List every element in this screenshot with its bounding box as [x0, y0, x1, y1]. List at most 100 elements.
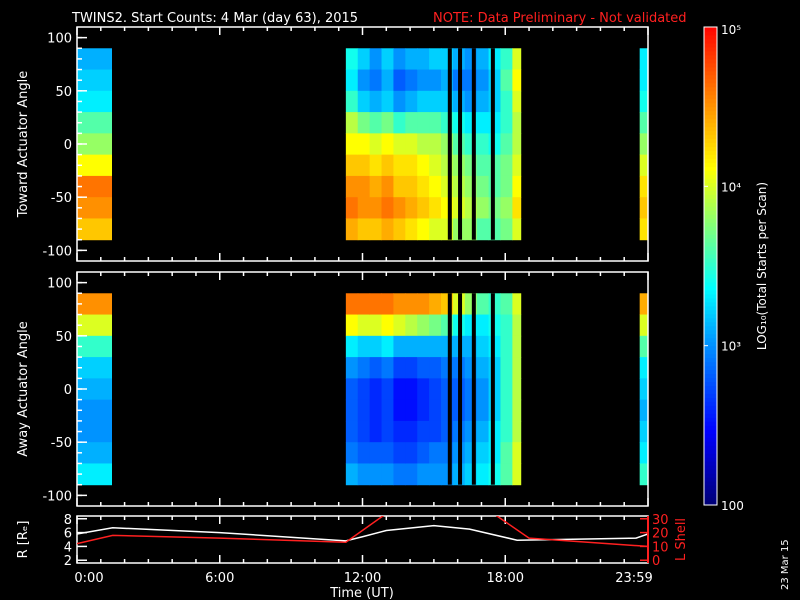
colorbar-segment	[704, 285, 717, 291]
y-tick-label: -50	[51, 436, 72, 451]
heatmap-cell	[417, 442, 430, 464]
heatmap-cell	[639, 175, 649, 198]
heatmap-cell	[417, 218, 430, 241]
heatmap-cell	[429, 399, 442, 422]
colorbar-segment	[704, 94, 717, 100]
heatmap-cell	[417, 378, 430, 401]
colorbar-segment	[704, 365, 717, 371]
heatmap-cell	[381, 357, 394, 379]
colorbar-segment	[704, 50, 717, 56]
colorbar-segment	[704, 357, 717, 363]
heatmap-cell	[500, 399, 513, 422]
heatmap-cell	[381, 218, 394, 241]
heatmap-cell	[512, 293, 522, 316]
heatmap-cell	[429, 133, 442, 156]
colorbar-segment	[704, 293, 717, 299]
heatmap-cell	[429, 293, 442, 316]
colorbar-segment	[704, 385, 717, 390]
heatmap-cell	[405, 69, 418, 92]
colorbar-segment	[704, 437, 717, 442]
y-axis-label: Toward Actuator Angle	[16, 71, 31, 218]
heatmap-cell	[345, 197, 359, 219]
heatmap-cell	[381, 154, 394, 177]
colorbar-segment	[704, 305, 717, 311]
colorbar-segment	[704, 158, 717, 163]
heatmap-cell	[357, 293, 371, 316]
y-tick-label: 8	[64, 513, 72, 528]
heatmap-cell	[476, 133, 490, 156]
heatmap-cell	[417, 112, 430, 134]
colorbar-segment	[704, 417, 717, 422]
heatmap-cell	[429, 48, 442, 71]
heatmap-cell	[345, 463, 359, 486]
heatmap-cell	[369, 112, 383, 134]
colorbar-segment	[704, 397, 717, 402]
heatmap-cell	[429, 218, 442, 241]
colorbar-segment	[704, 465, 717, 470]
colorbar-segment	[704, 373, 717, 379]
colorbar-segment	[704, 429, 717, 434]
colorbar-segment	[704, 317, 717, 323]
colorbar-segment	[704, 178, 717, 183]
colorbar-segment	[704, 146, 717, 151]
colorbar-segment	[704, 214, 717, 219]
heatmap-cell	[381, 463, 394, 486]
heatmap-cell	[476, 197, 490, 219]
colorbar-segment	[704, 246, 717, 251]
y2-tick-label: 20	[652, 527, 669, 542]
heatmap-cell	[476, 399, 490, 422]
heatmap-cell	[405, 90, 418, 113]
heatmap-cell	[476, 293, 490, 316]
y2-tick-label: 30	[652, 513, 669, 528]
heatmap-cell	[429, 442, 442, 464]
colorbar-segment	[704, 269, 717, 275]
colorbar-segment	[704, 70, 717, 76]
heatmap-cell	[476, 442, 490, 464]
heatmap-cell	[512, 378, 522, 401]
heatmap-cell	[500, 90, 513, 113]
heatmap-cell	[417, 154, 430, 177]
colorbar-segment	[704, 409, 717, 414]
heatmap-cell	[417, 293, 430, 316]
heatmap-cell	[417, 133, 430, 156]
y-axis-label: Away Actuator Angle	[16, 321, 31, 456]
heatmap-cell	[381, 420, 394, 443]
colorbar: 10⁵ 10⁴ 10³ 100 LOG₁₀(Total Starts per Scan)	[703, 23, 769, 513]
colorbar-segment	[704, 66, 717, 72]
heatmap-cell	[476, 154, 490, 177]
heatmap-cell	[417, 314, 430, 337]
heatmap-cell	[345, 154, 359, 177]
heatmap-cell	[429, 154, 442, 177]
colorbar-segment	[704, 250, 717, 255]
heatmap-cell	[77, 175, 112, 198]
colorbar-segment	[704, 230, 717, 235]
heatmap-cell	[393, 48, 406, 71]
heatmap-cell	[639, 378, 649, 401]
heatmap-cell	[345, 175, 359, 198]
colorbar-segment	[704, 325, 717, 331]
colorbar-segment	[704, 421, 717, 426]
heatmap-cell	[512, 133, 522, 156]
colorbar-segment	[704, 226, 717, 231]
colorbar-segment	[704, 361, 717, 367]
heatmap-cell	[77, 357, 112, 379]
heatmap-cell	[369, 293, 383, 316]
time-tick-label: 12:00	[344, 571, 381, 586]
heatmap-cell	[357, 69, 371, 92]
colorbar-segment	[704, 393, 717, 398]
heatmap-cell	[417, 48, 430, 71]
heatmap-cell	[357, 314, 371, 337]
heatmap-cell	[639, 335, 649, 358]
colorbar-segment	[704, 345, 717, 351]
colorbar-segment	[704, 30, 717, 36]
heatmap-cell	[357, 218, 371, 241]
data-gap	[458, 48, 463, 240]
colorbar-segment	[704, 122, 717, 128]
heatmap-cell	[500, 154, 513, 177]
heatmap-cell	[77, 442, 112, 464]
y2-tick-label: 0	[652, 554, 660, 569]
heatmap-cell	[393, 463, 406, 486]
heatmap-cell	[369, 335, 383, 358]
heatmap-cell	[639, 90, 649, 113]
y-tick-label: 100	[47, 32, 72, 47]
